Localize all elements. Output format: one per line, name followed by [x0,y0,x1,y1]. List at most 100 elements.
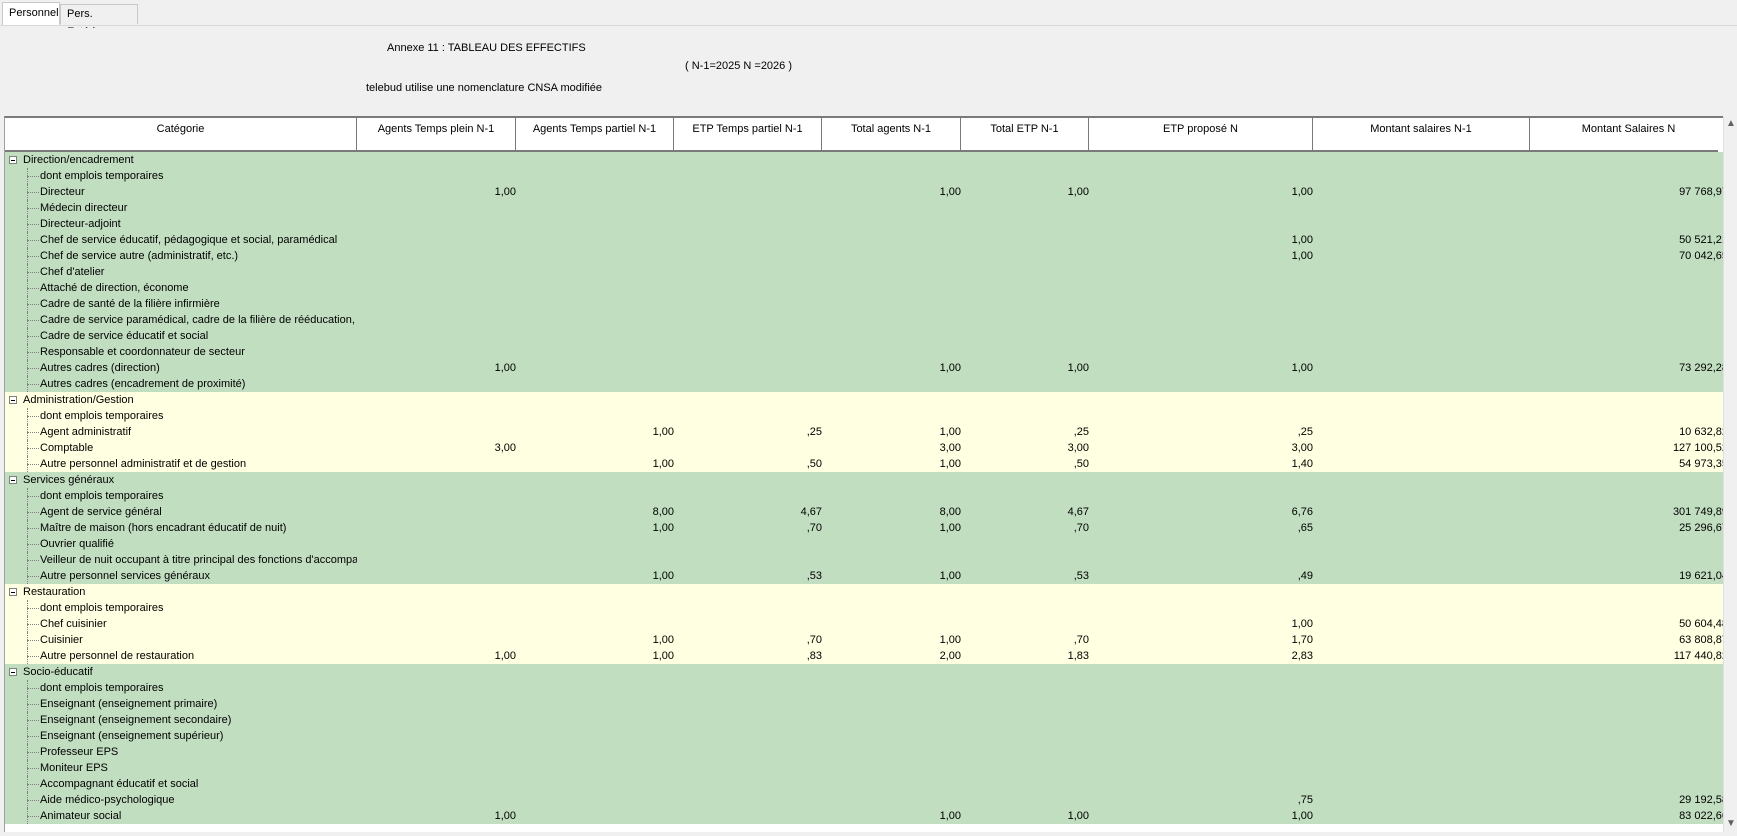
column-header-categorie[interactable]: Catégorie [5,118,357,150]
value-cell[interactable]: 19 621,04 [1530,568,1728,584]
value-cell[interactable] [822,616,961,632]
value-cell[interactable] [516,680,674,696]
value-cell[interactable]: ,70 [961,632,1089,648]
value-cell[interactable] [1313,760,1530,776]
table-row[interactable]: Attaché de direction, économe [5,280,1728,296]
value-cell[interactable] [357,408,516,424]
value-cell[interactable] [961,680,1089,696]
value-cell[interactable]: ,65 [1089,520,1313,536]
value-cell[interactable] [674,264,822,280]
column-header-total-agents[interactable]: Total agents N-1 [822,118,961,150]
value-cell[interactable] [822,200,961,216]
value-cell[interactable] [516,760,674,776]
value-cell[interactable]: 29 192,58 [1530,792,1728,808]
value-cell[interactable]: 1,00 [822,568,961,584]
value-cell[interactable]: ,70 [674,632,822,648]
value-cell[interactable] [1530,712,1728,728]
value-cell[interactable] [1089,168,1313,184]
value-cell[interactable]: 1,00 [357,360,516,376]
value-cell[interactable] [1089,552,1313,568]
value-cell[interactable]: 1,83 [961,648,1089,664]
value-cell[interactable] [357,296,516,312]
value-cell[interactable] [516,728,674,744]
value-cell[interactable]: ,53 [674,568,822,584]
value-cell[interactable] [516,408,674,424]
value-cell[interactable]: 2,00 [822,648,961,664]
value-cell[interactable] [1313,600,1530,616]
value-cell[interactable] [961,616,1089,632]
value-cell[interactable] [357,696,516,712]
value-cell[interactable] [674,616,822,632]
column-header-montant-salaires-n[interactable]: Montant Salaires N [1530,118,1728,150]
value-cell[interactable] [1313,552,1530,568]
value-cell[interactable] [1530,760,1728,776]
value-cell[interactable] [961,296,1089,312]
value-cell[interactable] [516,616,674,632]
value-cell[interactable] [961,776,1089,792]
value-cell[interactable]: ,25 [674,424,822,440]
table-row[interactable]: Autre personnel services généraux 1,00,53… [5,568,1728,584]
value-cell[interactable] [1313,264,1530,280]
value-cell[interactable] [822,248,961,264]
value-cell[interactable] [357,760,516,776]
value-cell[interactable] [961,168,1089,184]
collapse-icon[interactable] [9,156,17,164]
value-cell[interactable]: 83 022,66 [1530,808,1728,824]
value-cell[interactable] [674,536,822,552]
value-cell[interactable] [674,728,822,744]
value-cell[interactable] [1530,536,1728,552]
value-cell[interactable] [1313,360,1530,376]
value-cell[interactable]: 1,00 [357,808,516,824]
vertical-scrollbar[interactable]: ▲ ▼ [1723,116,1737,834]
table-row[interactable]: dont emplois temporaires [5,680,1728,696]
value-cell[interactable] [961,792,1089,808]
table-row[interactable]: Responsable et coordonnateur de secteur [5,344,1728,360]
value-cell[interactable] [357,520,516,536]
table-row[interactable]: Enseignant (enseignement supérieur) [5,728,1728,744]
value-cell[interactable] [1313,296,1530,312]
group-row[interactable]: Socio-éducatif [5,664,1728,680]
table-row[interactable]: Autres cadres (direction) 1,00 1,00 1,00 1,0… [5,360,1728,376]
table-row[interactable]: Chef d'atelier [5,264,1728,280]
value-cell[interactable] [1530,296,1728,312]
value-cell[interactable] [674,344,822,360]
table-row[interactable]: Ouvrier qualifié [5,536,1728,552]
value-cell[interactable] [1530,600,1728,616]
value-cell[interactable] [1313,536,1530,552]
value-cell[interactable] [822,280,961,296]
value-cell[interactable] [1530,680,1728,696]
value-cell[interactable] [357,504,516,520]
value-cell[interactable] [1089,200,1313,216]
value-cell[interactable] [822,488,961,504]
value-cell[interactable] [1530,696,1728,712]
value-cell[interactable] [961,344,1089,360]
value-cell[interactable]: 1,00 [822,456,961,472]
value-cell[interactable] [516,376,674,392]
value-cell[interactable] [674,248,822,264]
scroll-down-icon[interactable]: ▼ [1725,818,1737,830]
value-cell[interactable] [1313,504,1530,520]
value-cell[interactable]: 50 604,48 [1530,616,1728,632]
value-cell[interactable]: 63 808,87 [1530,632,1728,648]
value-cell[interactable]: 1,70 [1089,632,1313,648]
value-cell[interactable] [357,712,516,728]
value-cell[interactable] [961,744,1089,760]
value-cell[interactable] [1313,312,1530,328]
value-cell[interactable] [1313,776,1530,792]
value-cell[interactable] [1313,344,1530,360]
table-row[interactable]: Médecin directeur [5,200,1728,216]
value-cell[interactable] [822,552,961,568]
value-cell[interactable] [1313,248,1530,264]
value-cell[interactable]: ,83 [674,648,822,664]
value-cell[interactable]: 3,00 [961,440,1089,456]
value-cell[interactable]: ,70 [674,520,822,536]
value-cell[interactable] [516,184,674,200]
value-cell[interactable] [1530,200,1728,216]
value-cell[interactable] [516,792,674,808]
value-cell[interactable] [1089,744,1313,760]
value-cell[interactable] [357,232,516,248]
value-cell[interactable] [674,776,822,792]
value-cell[interactable] [1530,168,1728,184]
table-row[interactable]: Comptable 3,00 3,00 3,00 3,00 127 100,52 [5,440,1728,456]
value-cell[interactable] [357,488,516,504]
